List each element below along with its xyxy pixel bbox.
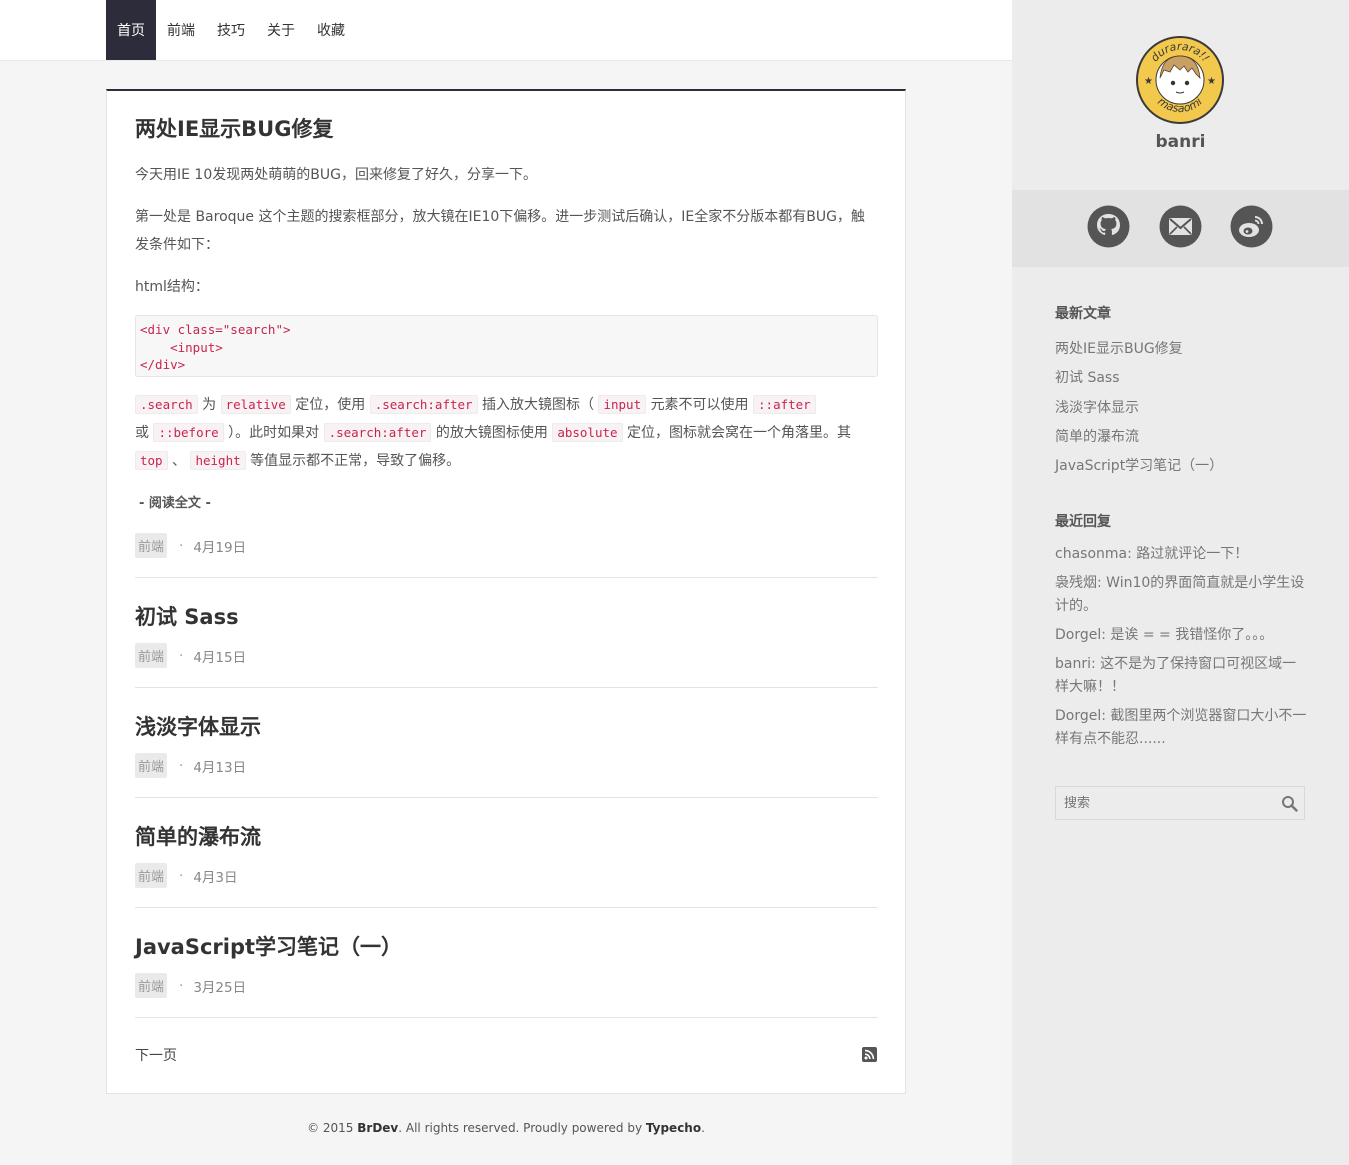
text: 为 xyxy=(202,397,217,413)
nav-item-home[interactable]: 首页 xyxy=(106,0,156,60)
post-title[interactable]: 初试 Sass xyxy=(135,601,239,631)
inline-code: height xyxy=(190,451,246,470)
sidebar: durarara!! masaomi ★ ★ banri 最新文章 两处IE显示… xyxy=(1012,0,1349,1165)
inline-code: absolute xyxy=(552,423,623,442)
separator-dot: · xyxy=(179,757,184,774)
footer: © 2015 BrDev. All rights reserved. Proud… xyxy=(106,1121,906,1135)
inline-code: ::after xyxy=(753,395,816,414)
inline-code: .search:after xyxy=(369,395,478,414)
text: 或 xyxy=(135,425,149,441)
post-meta: 前端 · 4月19日 xyxy=(135,533,246,558)
recent-post-link[interactable]: 简单的瀑布流 xyxy=(1055,426,1139,446)
recent-post-link[interactable]: 两处IE显示BUG修复 xyxy=(1055,338,1183,358)
category-tag[interactable]: 前端 xyxy=(135,643,168,668)
post-title-featured[interactable]: 两处IE显示BUG修复 xyxy=(135,113,333,143)
username: banri xyxy=(1155,132,1206,152)
mail-icon[interactable] xyxy=(1158,204,1203,249)
post-title[interactable]: JavaScript学习笔记（一） xyxy=(135,931,402,961)
recent-reply-link[interactable]: Dorgel: 是诶 = = 我错怪你了。。。 xyxy=(1055,624,1307,647)
main-content: 两处IE显示BUG修复 今天用IE 10发现两处萌萌的BUG，回来修复了好久，分… xyxy=(106,89,906,1094)
text: 的放大镜图标使用 xyxy=(435,425,548,441)
github-icon[interactable] xyxy=(1086,204,1131,249)
html-structure-label: html结构： xyxy=(135,273,878,301)
category-tag[interactable]: 前端 xyxy=(135,863,168,888)
separator-dot: · xyxy=(179,537,184,554)
top-bar: 首页 前端 技巧 关于 收藏 xyxy=(0,0,1012,61)
post-meta: 前端 · 4月15日 xyxy=(135,643,246,668)
recent-reply-link[interactable]: banri: 这不是为了保持窗口可视区域一样大嘛！！ xyxy=(1055,653,1307,699)
inline-code: .search xyxy=(135,395,198,414)
text: 、 xyxy=(172,453,187,469)
nav-item-favorites[interactable]: 收藏 xyxy=(306,0,356,60)
recent-replies-heading: 最近回复 xyxy=(1055,514,1111,530)
category-tag[interactable]: 前端 xyxy=(135,753,168,778)
social-links xyxy=(1012,190,1349,267)
category-tag[interactable]: 前端 xyxy=(135,533,168,558)
post-paragraph-2: .search 为 relative 定位，使用 .search:after 插… xyxy=(135,391,878,475)
svg-text:★: ★ xyxy=(1144,76,1153,87)
recent-reply-link[interactable]: Dorgel: 截图里两个浏览器窗口大小不一样有点不能忍...... xyxy=(1055,705,1307,751)
separator-dot: · xyxy=(179,867,184,884)
divider xyxy=(135,797,878,798)
text: 插入放大镜图标（ xyxy=(482,397,595,413)
text: 定位，使用 xyxy=(295,397,366,413)
avatar[interactable]: durarara!! masaomi ★ ★ xyxy=(1136,36,1224,124)
next-page-link[interactable]: 下一页 xyxy=(135,1045,177,1065)
recent-post-link[interactable]: 初试 Sass xyxy=(1055,367,1120,387)
category-tag[interactable]: 前端 xyxy=(135,973,168,998)
inline-code: top xyxy=(135,451,168,470)
footer-suffix: . xyxy=(701,1121,705,1135)
post-meta: 前端 · 3月25日 xyxy=(135,973,246,998)
post-meta: 前端 · 4月13日 xyxy=(135,753,246,778)
footer-text: . All rights reserved. Proudly powered b… xyxy=(398,1121,646,1135)
text: ）。此时如果对 xyxy=(228,425,320,441)
post-meta: 前端 · 4月3日 xyxy=(135,863,238,888)
search-input[interactable] xyxy=(1056,787,1276,819)
rss-icon[interactable] xyxy=(862,1047,877,1062)
inline-code: input xyxy=(598,395,647,414)
post-date: 4月3日 xyxy=(193,869,238,886)
divider xyxy=(135,687,878,688)
inline-code: .search:after xyxy=(323,423,432,442)
post-title[interactable]: 浅淡字体显示 xyxy=(135,711,261,741)
post-title[interactable]: 简单的瀑布流 xyxy=(135,821,261,851)
divider xyxy=(135,907,878,908)
text: 定位，图标就会窝在一个角落里。其 xyxy=(627,425,851,441)
post-intro: 今天用IE 10发现两处萌萌的BUG，回来修复了好久，分享一下。 xyxy=(135,167,537,183)
divider xyxy=(135,1017,878,1018)
search-icon[interactable] xyxy=(1281,795,1298,812)
separator-dot: · xyxy=(179,977,184,994)
divider xyxy=(135,577,878,578)
recent-reply-link[interactable]: chasonma: 路过就评论一下！ xyxy=(1055,543,1307,566)
post-date: 4月13日 xyxy=(193,759,247,776)
post-date: 4月15日 xyxy=(193,649,247,666)
nav-item-frontend[interactable]: 前端 xyxy=(156,0,206,60)
inline-code: relative xyxy=(220,395,291,414)
footer-engine-link[interactable]: Typecho xyxy=(646,1121,701,1135)
post-date: 4月19日 xyxy=(193,539,247,556)
weibo-icon[interactable] xyxy=(1229,204,1274,249)
nav-item-tips[interactable]: 技巧 xyxy=(206,0,256,60)
post-paragraph: 第一处是 Baroque 这个主题的搜索框部分，放大镜在IE10下偏移。进一步测… xyxy=(135,209,865,253)
post-date: 3月25日 xyxy=(193,979,247,996)
text: 元素不可以使用 xyxy=(650,397,749,413)
footer-site-link[interactable]: BrDev xyxy=(357,1121,398,1135)
recent-posts-heading: 最新文章 xyxy=(1055,306,1111,322)
nav-item-about[interactable]: 关于 xyxy=(256,0,306,60)
footer-copyright: © 2015 xyxy=(307,1121,358,1135)
text: 等值显示都不正常，导致了偏移。 xyxy=(250,453,461,469)
svg-text:★: ★ xyxy=(1207,76,1216,87)
search-box xyxy=(1055,786,1305,820)
html-structure-text: html结构： xyxy=(135,279,209,295)
inline-code: ::before xyxy=(153,423,224,442)
separator-dot: · xyxy=(179,647,184,664)
read-more-link[interactable]: - 阅读全文 - xyxy=(139,492,211,511)
recent-post-link[interactable]: 浅淡字体显示 xyxy=(1055,397,1139,417)
main-nav: 首页 前端 技巧 关于 收藏 xyxy=(106,0,356,60)
recent-reply-link[interactable]: 袅残烟: Win10的界面简直就是小学生设计的。 xyxy=(1055,572,1307,618)
code-block: <div class="search"> <input> </div> xyxy=(135,315,878,377)
recent-post-link[interactable]: JavaScript学习笔记（一） xyxy=(1055,455,1223,475)
